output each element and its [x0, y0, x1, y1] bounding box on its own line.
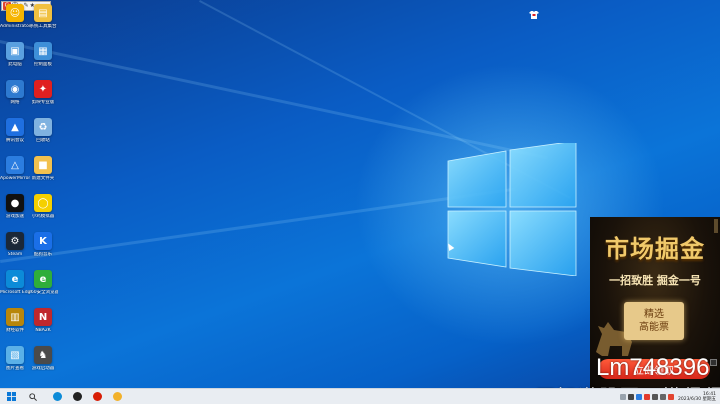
- clock-date: 2023/6/30 星期五: [677, 397, 716, 402]
- desktop-icon-label: ApowerMirror: [0, 176, 30, 181]
- desktop-app-icon: ◯: [34, 194, 52, 212]
- desktop-icon[interactable]: ▲ 腾讯会议: [0, 118, 30, 143]
- ad-ticket[interactable]: 精选 高能票: [624, 302, 684, 340]
- tshirt-widget-icon[interactable]: [529, 10, 539, 20]
- tray-app-icon[interactable]: [643, 394, 650, 400]
- netease-music-icon[interactable]: [90, 390, 104, 404]
- desktop-icon[interactable]: ▥ 财经软件: [0, 308, 30, 333]
- desktop-app-icon: ♻: [34, 118, 52, 136]
- ime-indicator-icon[interactable]: [667, 394, 674, 400]
- desktop-icon-label: 此电脑: [8, 62, 22, 67]
- desktop-icon[interactable]: △ ApowerMirror: [0, 156, 30, 181]
- ad-ticket-line2: 高能票: [639, 322, 669, 333]
- desktop-icon[interactable]: ▣ 此电脑: [0, 42, 30, 67]
- ad-title: 市场掘金: [605, 234, 705, 263]
- desktop-app-icon: ▧: [6, 346, 24, 364]
- desktop-icon[interactable]: e Microsoft Edge: [0, 270, 30, 295]
- desktop-app-icon: ◉: [6, 80, 24, 98]
- desktop-icon-label: NBA2K: [35, 328, 51, 333]
- windows-start-icon[interactable]: [4, 390, 18, 404]
- desktop-icon[interactable]: K 酷狗音乐: [28, 232, 58, 257]
- volume-icon[interactable]: [659, 394, 666, 400]
- desktop-app-icon: ✦: [34, 80, 52, 98]
- desktop-app-icon: ▣: [6, 42, 24, 60]
- desktop-icon-label: Administrator: [0, 24, 30, 29]
- desktop-icon[interactable]: ● 游戏加速: [0, 194, 30, 219]
- system-tray: 16:41 2023/6/30 星期五: [619, 389, 716, 404]
- windows-logo: [447, 143, 577, 276]
- desktop-app-icon: ▥: [6, 308, 24, 326]
- desktop-icon[interactable]: ▦ 控制面板: [28, 42, 58, 67]
- desktop-icon-label: 剪映专业版: [31, 100, 55, 105]
- desktop-icon[interactable]: e 360安全浏览器: [28, 270, 58, 295]
- desktop-icon-label: Microsoft Edge: [0, 290, 30, 295]
- ad-subtitle: 一招致胜 掘金一号: [609, 274, 701, 287]
- overlay-code-text: Lm748396: [596, 354, 710, 381]
- obs-icon-glyph: [72, 392, 82, 401]
- desktop-icon[interactable]: ☺ Administrator: [0, 4, 30, 29]
- netease-music-icon-glyph: [92, 392, 102, 401]
- desktop-app-icon: △: [6, 156, 24, 174]
- desktop-icon-label: 游戏启动器: [31, 366, 55, 371]
- edge-icon[interactable]: [50, 390, 64, 404]
- desktop-icon-label: 酷狗音乐: [34, 252, 52, 257]
- desktop-icon[interactable]: ◯ 小鸡模拟器: [28, 194, 58, 219]
- edge-icon-glyph: [52, 392, 62, 401]
- desktop-icon-label: 腾讯会议: [6, 138, 24, 143]
- taskbar-pinned-apps: [50, 390, 124, 404]
- desktop-icon-label: Steam: [7, 252, 23, 257]
- desktop-icon-label: 控制面板: [34, 62, 52, 67]
- taskbar-clock[interactable]: 16:41 2023/6/30 星期五: [678, 392, 716, 402]
- desktop-icon-label: 游戏加速: [6, 214, 24, 219]
- desktop-app-icon: ▲: [6, 118, 24, 136]
- desktop-icon-label: 新建文件夹: [31, 176, 55, 181]
- desktop-icon[interactable]: ▤ 系统工具集合: [28, 4, 58, 29]
- desktop-icon[interactable]: ■ 新建文件夹: [28, 156, 58, 181]
- desktop-icon-label: 图片查看: [6, 366, 24, 371]
- desktop-icon[interactable]: ✦ 剪映专业版: [28, 80, 58, 105]
- taskbar: 16:41 2023/6/30 星期五: [0, 388, 720, 404]
- ad-close-icon[interactable]: [710, 359, 717, 366]
- desktop-icon[interactable]: ♻ 回收站: [28, 118, 58, 143]
- desktop-app-icon: e: [34, 270, 52, 288]
- desktop-icon-label: 360安全浏览器: [28, 290, 58, 295]
- tray-app-icon[interactable]: [635, 394, 642, 400]
- desktop-app-icon: ♞: [34, 346, 52, 364]
- file-explorer-icon[interactable]: [110, 390, 124, 404]
- ad-ticket-line1: 精选: [644, 309, 664, 320]
- network-icon[interactable]: [651, 394, 658, 400]
- tray-app-icon[interactable]: [627, 394, 634, 400]
- desktop-app-icon: ■: [34, 156, 52, 174]
- desktop-icon-label: 网络: [10, 100, 20, 105]
- obs-icon[interactable]: [70, 390, 84, 404]
- desktop-icon[interactable]: ⚙ Steam: [0, 232, 30, 257]
- desktop-app-icon: K: [34, 232, 52, 250]
- desktop-app-icon: N: [34, 308, 52, 326]
- desktop-icon-label: 系统工具集合: [29, 24, 57, 29]
- desktop-app-icon: ●: [6, 194, 24, 212]
- desktop-background: G 中 • ✎ ★ ☺Administrator▤系统工具集合▣此电脑▦控制面板…: [0, 0, 720, 388]
- desktop-app-icon: ⚙: [6, 232, 24, 250]
- desktop-icon-label: 小鸡模拟器: [31, 214, 55, 219]
- desktop-icon[interactable]: ◉ 网络: [0, 80, 30, 105]
- desktop-app-icon: ▤: [34, 4, 52, 22]
- desktop-icon[interactable]: N NBA2K: [28, 308, 58, 333]
- search-icon[interactable]: [26, 390, 40, 404]
- tray-chevron-icon[interactable]: [619, 394, 626, 400]
- desktop-icon[interactable]: ▧ 图片查看: [0, 346, 30, 371]
- desktop-icon[interactable]: ♞ 游戏启动器: [28, 346, 58, 371]
- file-explorer-icon-glyph: [112, 392, 122, 401]
- desktop-app-icon: ☺: [6, 4, 24, 22]
- desktop-icon-label: 财经软件: [6, 328, 24, 333]
- desktop-icon-label: 回收站: [36, 138, 50, 143]
- desktop-app-icon: ▦: [34, 42, 52, 60]
- desktop-app-icon: e: [6, 270, 24, 288]
